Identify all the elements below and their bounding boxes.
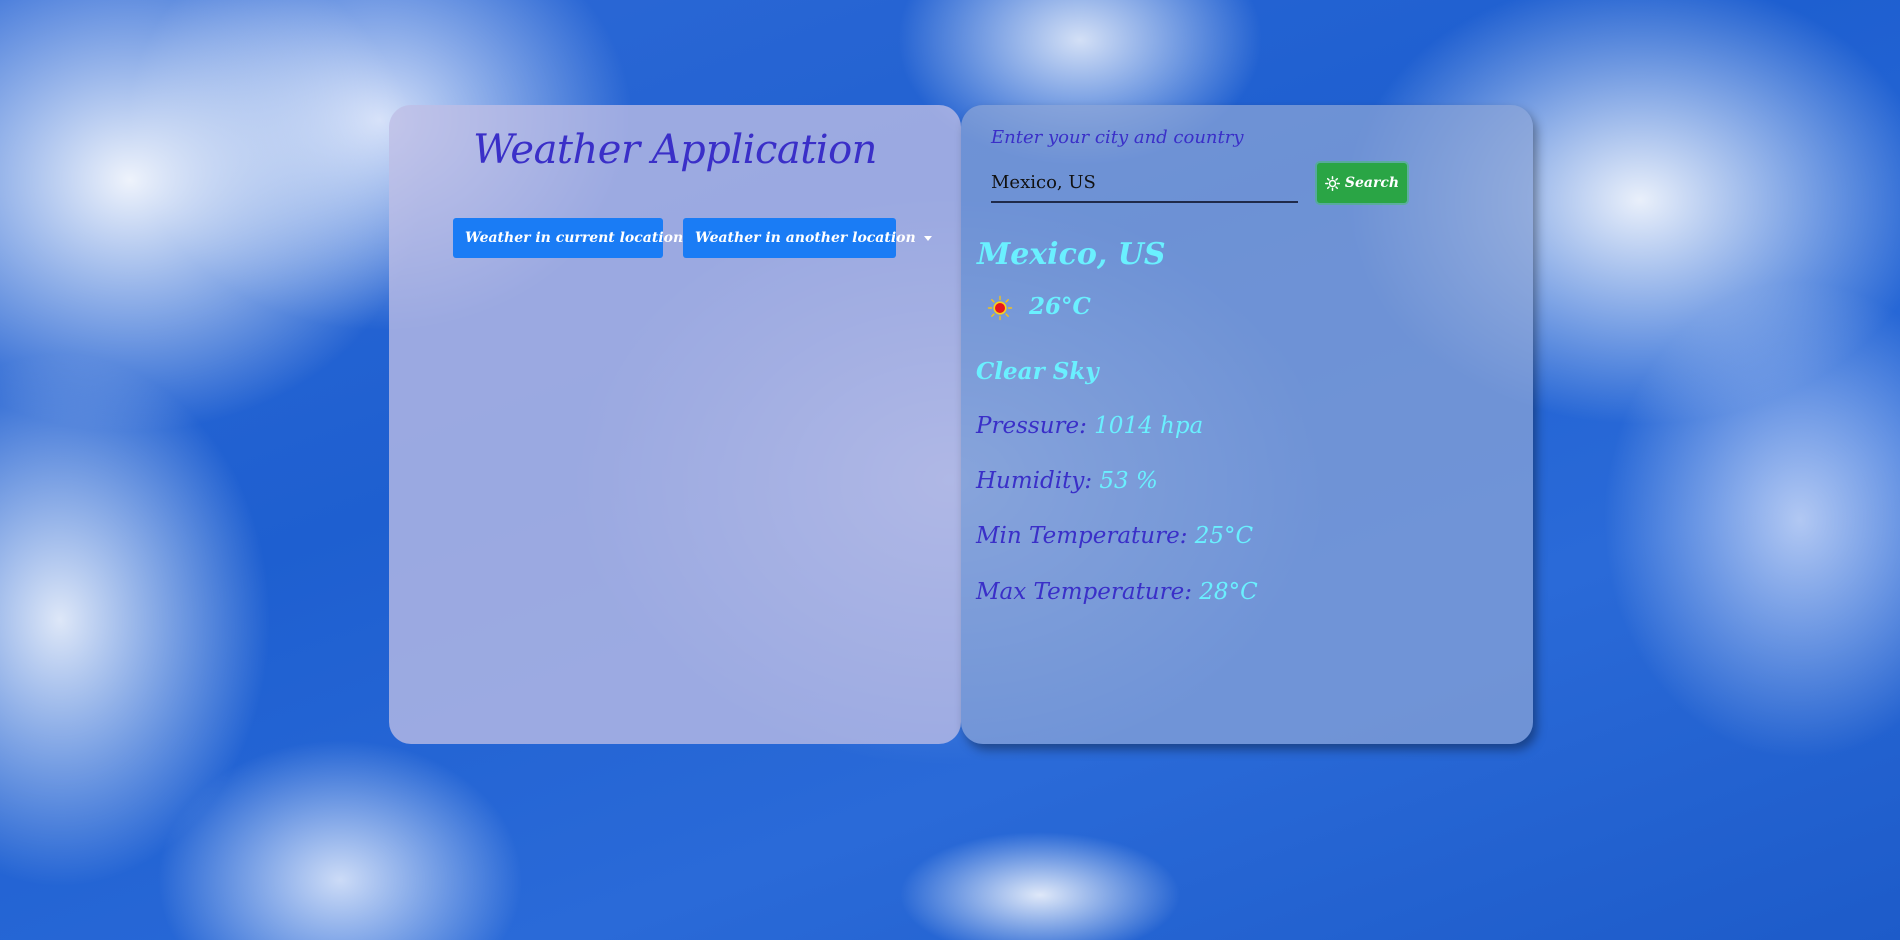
search-label: Enter your city and country <box>991 127 1244 148</box>
min-temperature-row: Min Temperature: 25°C <box>976 523 1253 549</box>
search-button[interactable]: Search <box>1317 163 1407 203</box>
left-panel: Weather Application Weather in current l… <box>389 105 961 744</box>
pressure-row: Pressure: 1014 hpa <box>976 413 1203 439</box>
pressure-value: 1014 hpa <box>1094 413 1204 439</box>
max-temperature-value: 28°C <box>1199 579 1258 605</box>
city-search-input[interactable] <box>991 165 1298 203</box>
max-temperature-row: Max Temperature: 28°C <box>976 579 1258 605</box>
humidity-label: Humidity: <box>976 468 1093 494</box>
another-location-label: Weather in another location <box>695 230 916 246</box>
caret-down-icon <box>923 235 932 241</box>
current-location-label: Weather in current location <box>465 230 684 246</box>
another-location-dropdown[interactable]: Weather in another location <box>683 218 932 258</box>
right-panel: Enter your city and country Search Mexic… <box>961 105 1533 744</box>
sun-icon <box>987 295 1013 321</box>
min-temperature-value: 25°C <box>1194 523 1254 549</box>
humidity-value: 53 % <box>1099 468 1158 494</box>
current-location-dropdown[interactable]: Weather in current location <box>453 218 700 258</box>
weather-description: Clear Sky <box>976 358 1099 385</box>
app-title: Weather Application <box>473 127 877 173</box>
current-temperature: 26°C <box>1029 293 1091 320</box>
humidity-row: Humidity: 53 % <box>976 468 1158 494</box>
city-name: Mexico, US <box>977 237 1166 272</box>
max-temperature-label: Max Temperature: <box>976 579 1192 605</box>
pressure-label: Pressure: <box>976 413 1087 439</box>
min-temperature-label: Min Temperature: <box>976 523 1188 549</box>
sun-icon <box>1324 175 1340 191</box>
search-button-label: Search <box>1344 175 1400 191</box>
